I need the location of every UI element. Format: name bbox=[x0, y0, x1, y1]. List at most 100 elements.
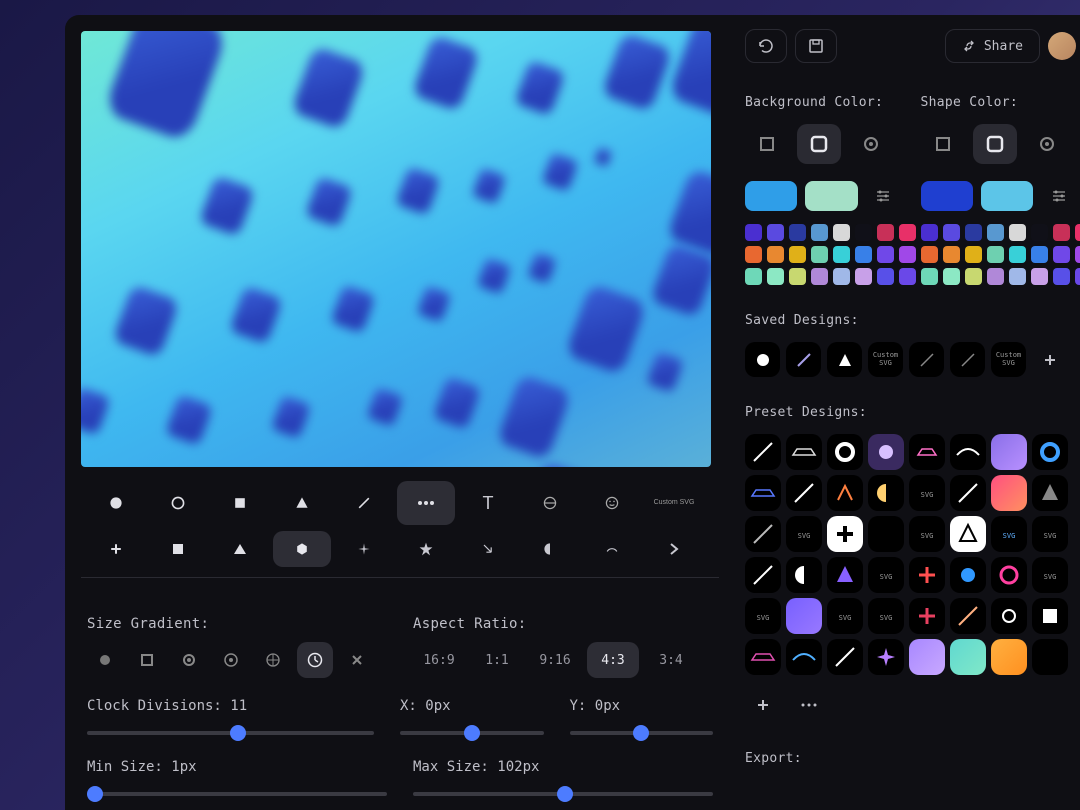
palette-swatch[interactable] bbox=[965, 268, 982, 285]
saved-design[interactable] bbox=[950, 342, 985, 377]
preset-design[interactable] bbox=[950, 434, 986, 470]
shape-circle-outline[interactable] bbox=[149, 481, 207, 525]
preset-design[interactable] bbox=[868, 639, 904, 675]
preset-design[interactable] bbox=[1032, 639, 1068, 675]
preset-design[interactable] bbox=[827, 434, 863, 470]
preset-design[interactable]: SVG bbox=[1032, 516, 1068, 552]
palette-swatch[interactable] bbox=[855, 246, 872, 263]
preset-more[interactable] bbox=[791, 687, 827, 723]
preset-design[interactable] bbox=[745, 639, 781, 675]
preset-design[interactable] bbox=[950, 639, 986, 675]
palette-swatch[interactable] bbox=[745, 268, 762, 285]
palette-swatch[interactable] bbox=[767, 268, 784, 285]
preset-design[interactable] bbox=[786, 557, 822, 593]
preset-design[interactable]: SVG bbox=[745, 598, 781, 634]
palette-swatch[interactable] bbox=[943, 268, 960, 285]
shape-square[interactable] bbox=[211, 481, 269, 525]
palette-swatch[interactable] bbox=[811, 224, 828, 241]
user-avatar[interactable] bbox=[1048, 32, 1076, 60]
aspect-ratio-1-1[interactable]: 1:1 bbox=[471, 642, 523, 678]
preset-design[interactable]: SVG bbox=[868, 598, 904, 634]
preset-design[interactable] bbox=[868, 516, 904, 552]
palette-swatch[interactable] bbox=[943, 224, 960, 241]
grad-x[interactable] bbox=[339, 642, 375, 678]
palette-swatch[interactable] bbox=[1053, 224, 1070, 241]
grad-radial[interactable] bbox=[213, 642, 249, 678]
clock-divisions-slider[interactable] bbox=[87, 731, 374, 735]
palette-swatch[interactable] bbox=[855, 268, 872, 285]
palette-swatch[interactable] bbox=[745, 246, 762, 263]
shape-next[interactable] bbox=[645, 531, 703, 567]
preset-design[interactable] bbox=[1032, 434, 1068, 470]
preset-design[interactable] bbox=[745, 434, 781, 470]
grad-circle[interactable] bbox=[171, 642, 207, 678]
saved-design[interactable] bbox=[745, 342, 780, 377]
palette-swatch[interactable] bbox=[767, 246, 784, 263]
palette-swatch[interactable] bbox=[1075, 268, 1080, 285]
y-offset-slider[interactable] bbox=[570, 731, 714, 735]
share-button[interactable]: Share bbox=[945, 29, 1040, 63]
preset-design[interactable] bbox=[991, 557, 1027, 593]
bg-color-adjust[interactable] bbox=[866, 178, 901, 214]
preset-design[interactable] bbox=[745, 475, 781, 511]
palette-swatch[interactable] bbox=[877, 246, 894, 263]
palette-swatch[interactable] bbox=[965, 224, 982, 241]
preset-design[interactable] bbox=[868, 434, 904, 470]
bg-fill-outline[interactable] bbox=[797, 124, 841, 164]
preset-design[interactable] bbox=[827, 516, 863, 552]
bg-color-primary[interactable] bbox=[745, 181, 797, 211]
palette-swatch[interactable] bbox=[987, 268, 1004, 285]
preset-design[interactable]: SVG bbox=[1032, 557, 1068, 593]
palette-swatch[interactable] bbox=[943, 246, 960, 263]
preset-design[interactable] bbox=[786, 434, 822, 470]
preset-design[interactable] bbox=[786, 639, 822, 675]
preset-design[interactable] bbox=[950, 598, 986, 634]
preset-design[interactable] bbox=[786, 475, 822, 511]
palette-swatch[interactable] bbox=[921, 268, 938, 285]
saved-design[interactable]: Custom SVG bbox=[868, 342, 903, 377]
preset-design[interactable] bbox=[745, 516, 781, 552]
palette-swatch[interactable] bbox=[877, 268, 894, 285]
preset-design[interactable] bbox=[868, 475, 904, 511]
palette-swatch[interactable] bbox=[1009, 268, 1026, 285]
preset-design[interactable]: SVG bbox=[868, 557, 904, 593]
saved-design[interactable] bbox=[909, 342, 944, 377]
palette-swatch[interactable] bbox=[1075, 246, 1080, 263]
palette-swatch[interactable] bbox=[1031, 268, 1048, 285]
aspect-ratio-9-16[interactable]: 9:16 bbox=[529, 642, 581, 678]
shape-smiley[interactable] bbox=[583, 481, 641, 525]
shape-sparkle[interactable] bbox=[335, 531, 393, 567]
preset-design[interactable] bbox=[909, 639, 945, 675]
refresh-button[interactable] bbox=[745, 29, 787, 63]
saved-design[interactable]: Custom SVG bbox=[991, 342, 1026, 377]
preset-design[interactable]: SVG bbox=[786, 516, 822, 552]
shape-color-secondary[interactable] bbox=[981, 181, 1033, 211]
palette-swatch[interactable] bbox=[789, 224, 806, 241]
shape-triangle[interactable] bbox=[273, 481, 331, 525]
bg-fill-radial[interactable] bbox=[849, 124, 893, 164]
palette-swatch[interactable] bbox=[1009, 246, 1026, 263]
palette-swatch[interactable] bbox=[1075, 224, 1080, 241]
palette-swatch[interactable] bbox=[811, 246, 828, 263]
palette-swatch[interactable] bbox=[1031, 246, 1048, 263]
shape-fill-solid[interactable] bbox=[921, 124, 965, 164]
grad-square[interactable] bbox=[129, 642, 165, 678]
palette-swatch[interactable] bbox=[811, 268, 828, 285]
palette-swatch[interactable] bbox=[921, 246, 938, 263]
palette-swatch[interactable] bbox=[833, 224, 850, 241]
palette-swatch[interactable] bbox=[833, 246, 850, 263]
preset-design[interactable] bbox=[991, 434, 1027, 470]
shape-arrow[interactable] bbox=[459, 531, 517, 567]
palette-swatch[interactable] bbox=[789, 268, 806, 285]
palette-swatch[interactable] bbox=[1031, 224, 1048, 241]
grad-clock[interactable] bbox=[297, 642, 333, 678]
preset-design[interactable] bbox=[950, 475, 986, 511]
preset-design[interactable] bbox=[827, 475, 863, 511]
shape-circle-fill[interactable] bbox=[87, 481, 145, 525]
shape-star[interactable] bbox=[397, 531, 455, 567]
palette-swatch[interactable] bbox=[987, 224, 1004, 241]
palette-swatch[interactable] bbox=[789, 246, 806, 263]
preset-design[interactable] bbox=[950, 557, 986, 593]
preset-design[interactable] bbox=[909, 434, 945, 470]
palette-swatch[interactable] bbox=[1053, 246, 1070, 263]
